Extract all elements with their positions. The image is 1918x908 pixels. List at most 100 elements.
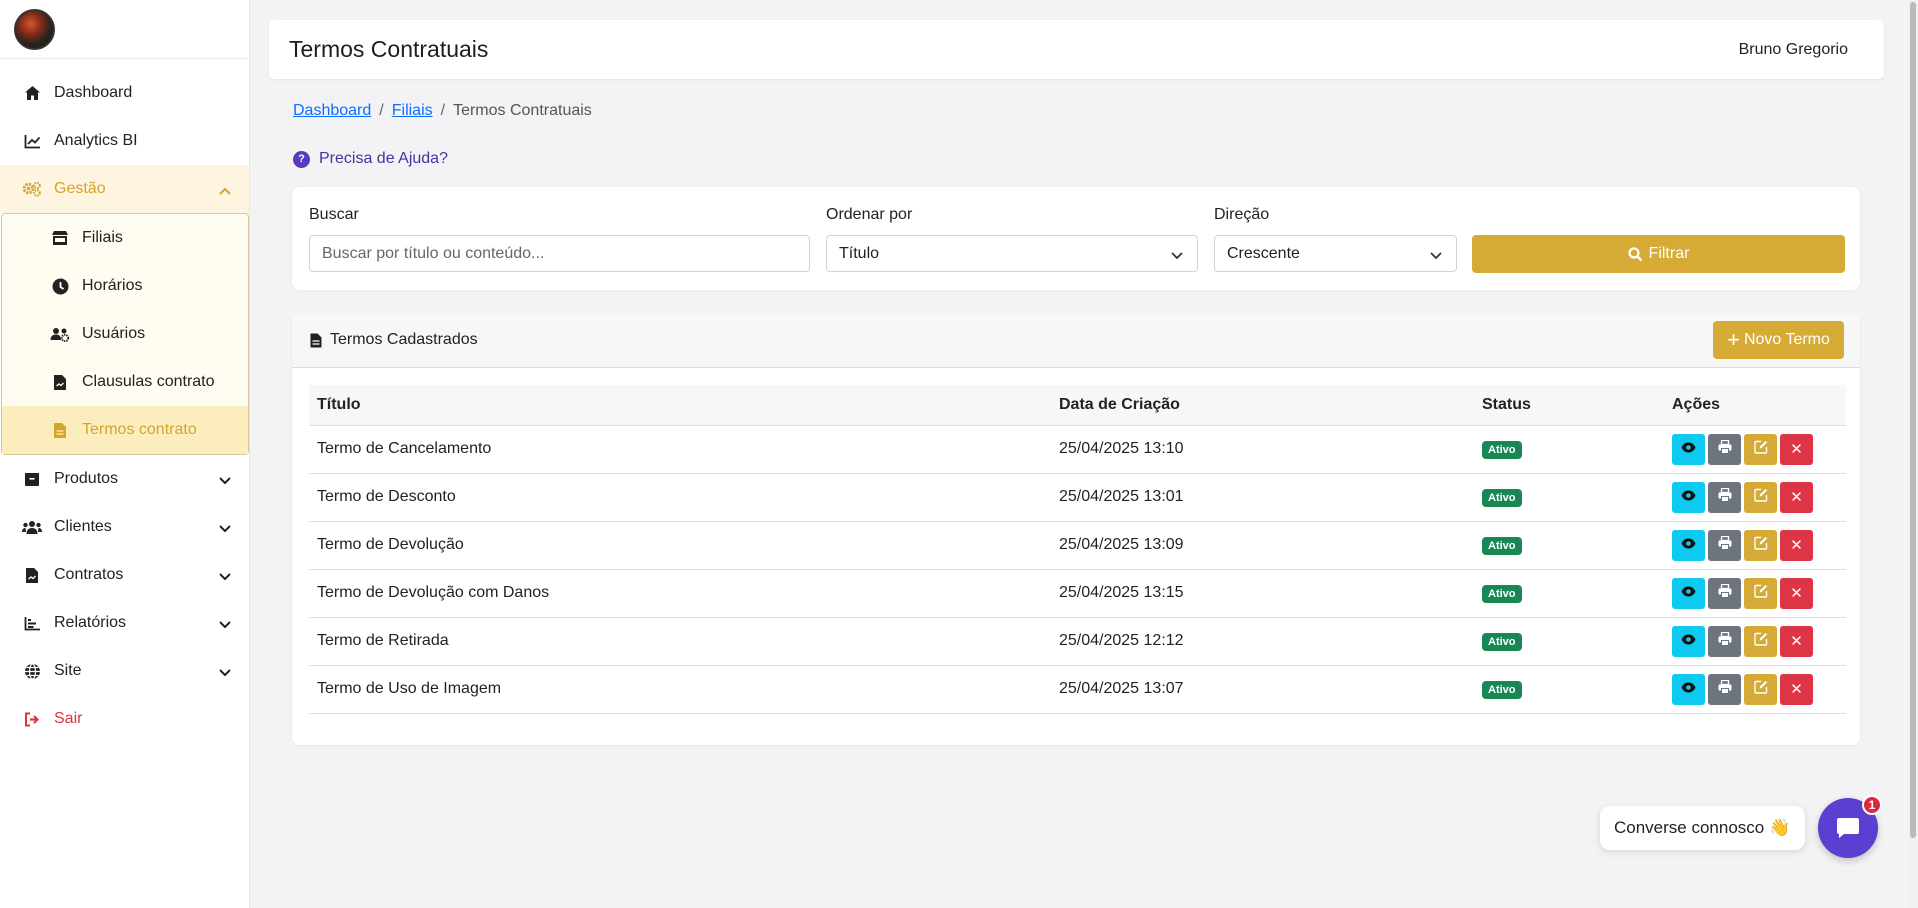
gestao-submenu: Filiais Horários Usuários Clausulas cont… bbox=[1, 213, 249, 455]
sidebar-item-produtos[interactable]: Produtos bbox=[0, 455, 249, 503]
delete-button[interactable]: ✕ bbox=[1780, 481, 1813, 513]
delete-button[interactable]: ✕ bbox=[1780, 529, 1813, 561]
box-icon bbox=[22, 469, 42, 489]
print-button[interactable] bbox=[1708, 625, 1741, 657]
row-actions: ✕ bbox=[1672, 529, 1846, 561]
close-icon: ✕ bbox=[1790, 585, 1803, 602]
sidebar-item-horarios[interactable]: Horários bbox=[2, 262, 248, 310]
status-badge: Ativo bbox=[1482, 680, 1522, 699]
term-created: 25/04/2025 13:09 bbox=[1051, 521, 1474, 570]
filter-button[interactable]: Filtrar bbox=[1472, 235, 1845, 273]
view-button[interactable] bbox=[1672, 529, 1705, 561]
sidebar-item-clausulas[interactable]: Clausulas contrato bbox=[2, 358, 248, 406]
scrollbar-thumb[interactable] bbox=[1910, 2, 1916, 838]
actions-cell: ✕ bbox=[1664, 521, 1846, 570]
actions-cell: ✕ bbox=[1664, 569, 1846, 618]
card-title: Termos Cadastrados bbox=[310, 331, 478, 349]
top-bar: Termos Contratuais Bruno Gregorio bbox=[269, 20, 1884, 79]
chat-icon bbox=[1837, 818, 1859, 838]
order-select[interactable]: Título bbox=[826, 235, 1198, 272]
term-title: Termo de Desconto bbox=[309, 473, 1051, 522]
term-title: Termo de Retirada bbox=[309, 617, 1051, 666]
view-button[interactable] bbox=[1672, 673, 1705, 705]
chevron-down-icon bbox=[219, 472, 231, 490]
print-button[interactable] bbox=[1708, 673, 1741, 705]
print-button[interactable] bbox=[1708, 529, 1741, 561]
sidebar-item-sair[interactable]: Sair bbox=[0, 695, 249, 743]
chevron-up-icon bbox=[219, 182, 231, 200]
sidebar-item-relatorios[interactable]: Relatórios bbox=[0, 599, 249, 647]
view-button[interactable] bbox=[1672, 577, 1705, 609]
sidebar-item-usuarios[interactable]: Usuários bbox=[2, 310, 248, 358]
chevron-down-icon bbox=[1171, 247, 1183, 265]
delete-button[interactable]: ✕ bbox=[1780, 577, 1813, 609]
view-button[interactable] bbox=[1672, 625, 1705, 657]
page-scrollbar[interactable] bbox=[1908, 0, 1918, 908]
sidebar-item-dashboard[interactable]: Dashboard bbox=[0, 69, 249, 117]
sidebar-item-clientes[interactable]: Clientes bbox=[0, 503, 249, 551]
term-title: Termo de Devolução bbox=[309, 521, 1051, 570]
logo[interactable] bbox=[14, 8, 55, 50]
breadcrumb: Dashboard / Filiais / Termos Contratuais bbox=[293, 102, 592, 120]
new-term-button[interactable]: + Novo Termo bbox=[1713, 321, 1844, 359]
print-icon bbox=[1718, 487, 1732, 507]
order-label: Ordenar por bbox=[826, 206, 913, 223]
print-button[interactable] bbox=[1708, 433, 1741, 465]
edit-button[interactable] bbox=[1744, 433, 1777, 465]
search-input[interactable]: Buscar por título ou conteúdo... bbox=[309, 235, 810, 272]
sidebar-item-label: Sair bbox=[54, 710, 83, 727]
page-title: Termos Contratuais bbox=[289, 36, 489, 62]
status-badge: Ativo bbox=[1482, 536, 1522, 555]
view-button[interactable] bbox=[1672, 433, 1705, 465]
status-cell: Ativo bbox=[1474, 425, 1664, 474]
status-badge: Ativo bbox=[1482, 440, 1522, 459]
sidebar-item-label: Relatórios bbox=[54, 614, 127, 631]
edit-icon bbox=[1753, 584, 1768, 603]
breadcrumb-separator: / bbox=[440, 102, 446, 119]
delete-button[interactable]: ✕ bbox=[1780, 673, 1813, 705]
column-header[interactable]: Data de Criação bbox=[1051, 385, 1474, 426]
column-header[interactable]: Título bbox=[309, 385, 1051, 426]
direction-select[interactable]: Crescente bbox=[1214, 235, 1457, 272]
edit-button[interactable] bbox=[1744, 625, 1777, 657]
delete-button[interactable]: ✕ bbox=[1780, 433, 1813, 465]
sidebar-item-analytics[interactable]: Analytics BI bbox=[0, 117, 249, 165]
actions-cell: ✕ bbox=[1664, 425, 1846, 474]
edit-icon bbox=[1753, 440, 1768, 459]
status-cell: Ativo bbox=[1474, 665, 1664, 714]
column-header[interactable]: Status bbox=[1474, 385, 1664, 426]
term-title: Termo de Cancelamento bbox=[309, 425, 1051, 474]
sidebar-item-site[interactable]: Site bbox=[0, 647, 249, 695]
table-header-row: Título Data de Criação Status Ações bbox=[309, 385, 1846, 426]
logo-area bbox=[0, 0, 249, 59]
view-button[interactable] bbox=[1672, 481, 1705, 513]
sidebar-item-termos[interactable]: Termos contrato bbox=[2, 406, 248, 454]
delete-button[interactable]: ✕ bbox=[1780, 625, 1813, 657]
edit-button[interactable] bbox=[1744, 529, 1777, 561]
users-icon bbox=[22, 517, 42, 537]
help-link[interactable]: ? Precisa de Ajuda? bbox=[293, 150, 448, 168]
breadcrumb-link-filiais[interactable]: Filiais bbox=[392, 102, 433, 119]
sidebar-item-contratos[interactable]: Contratos bbox=[0, 551, 249, 599]
file-contract-icon bbox=[22, 565, 42, 585]
edit-button[interactable] bbox=[1744, 673, 1777, 705]
print-icon bbox=[1718, 679, 1732, 699]
chat-prompt[interactable]: Converse connosco 👋 bbox=[1600, 806, 1805, 850]
status-badge: Ativo bbox=[1482, 632, 1522, 651]
edit-button[interactable] bbox=[1744, 577, 1777, 609]
sidebar-item-gestao[interactable]: Gestão bbox=[0, 165, 249, 213]
breadcrumb-current: Termos Contratuais bbox=[453, 102, 592, 119]
status-cell: Ativo bbox=[1474, 473, 1664, 522]
chevron-down-icon bbox=[219, 616, 231, 634]
close-icon: ✕ bbox=[1790, 489, 1803, 506]
breadcrumb-link-dashboard[interactable]: Dashboard bbox=[293, 102, 371, 119]
actions-cell: ✕ bbox=[1664, 665, 1846, 714]
filter-button-label: Filtrar bbox=[1648, 245, 1690, 262]
print-button[interactable] bbox=[1708, 481, 1741, 513]
sidebar-item-filiais[interactable]: Filiais bbox=[2, 214, 248, 262]
print-button[interactable] bbox=[1708, 577, 1741, 609]
user-name[interactable]: Bruno Gregorio bbox=[1739, 41, 1848, 59]
edit-button[interactable] bbox=[1744, 481, 1777, 513]
status-cell: Ativo bbox=[1474, 521, 1664, 570]
term-title: Termo de Uso de Imagem bbox=[309, 665, 1051, 714]
